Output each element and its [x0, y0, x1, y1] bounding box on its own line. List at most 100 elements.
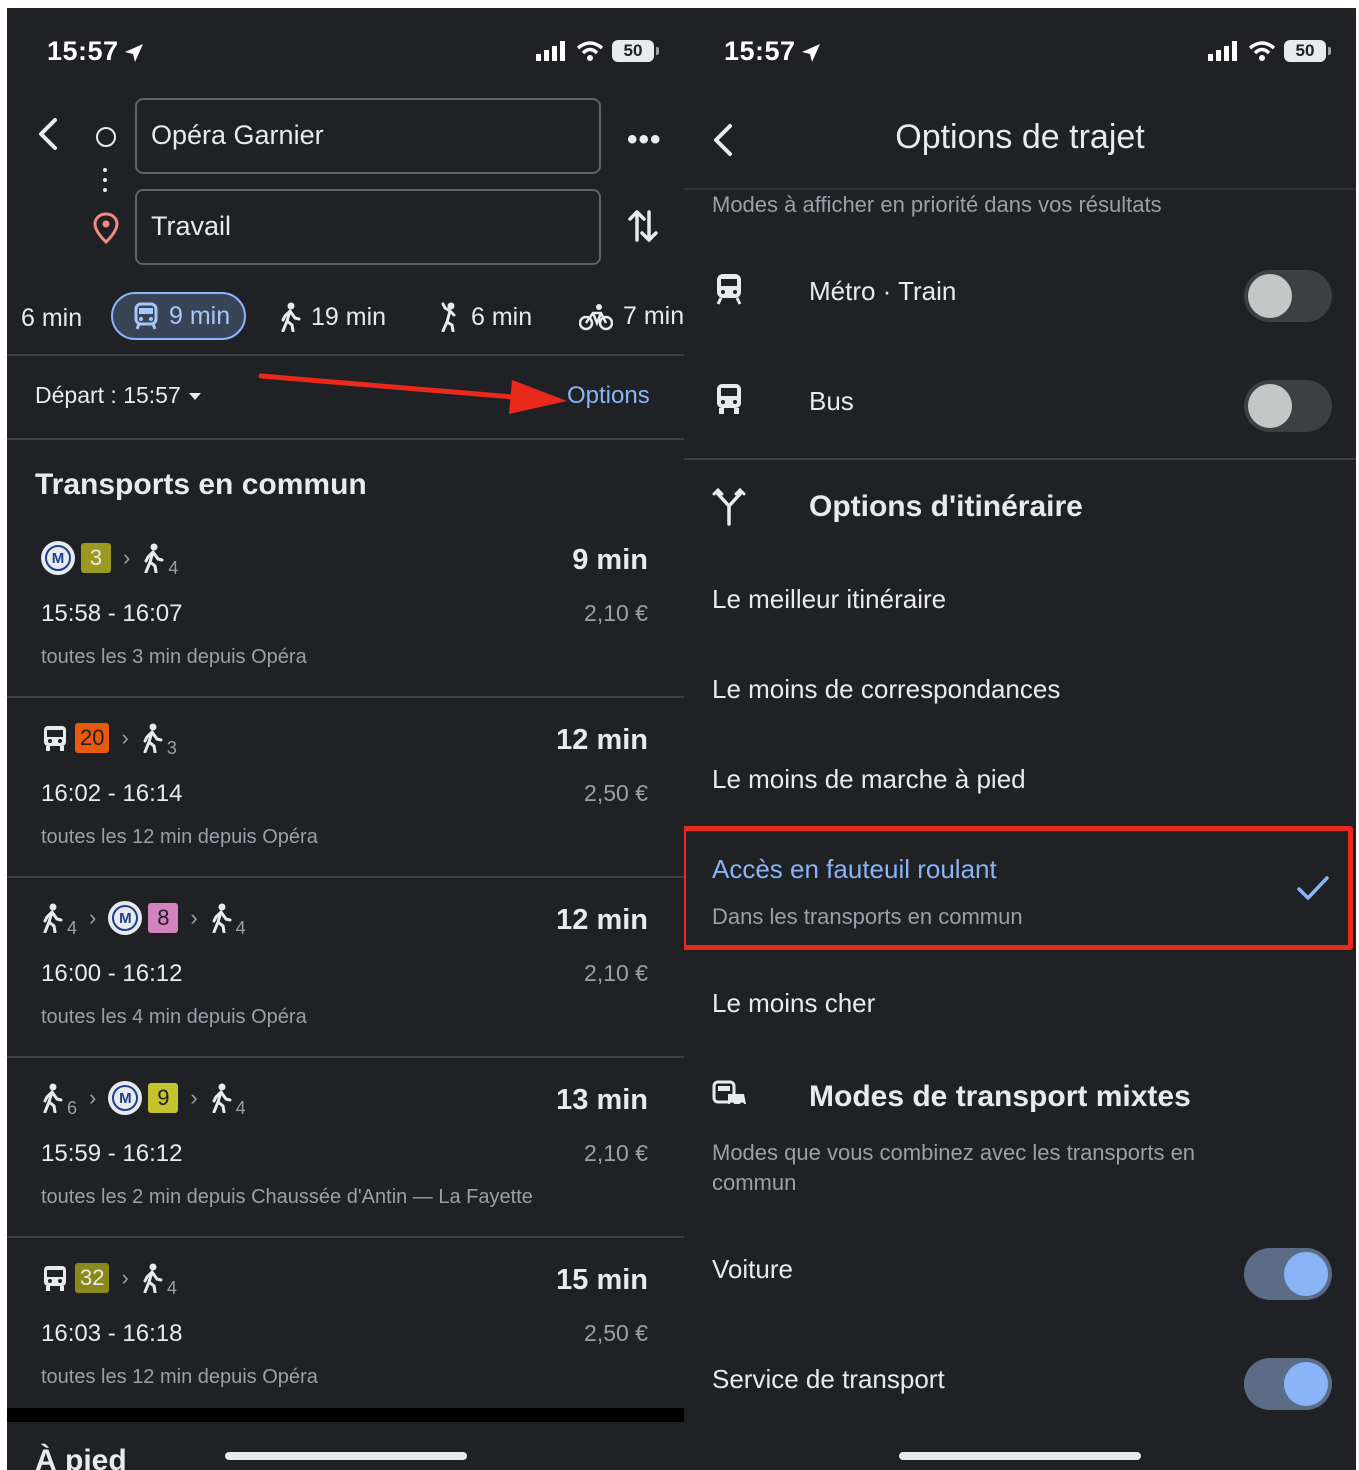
- route-option[interactable]: 32 › 4 15 min 16:03 - 16:18 2,50 € toute…: [7, 1238, 684, 1418]
- transit-icon: [134, 302, 158, 330]
- signal-icon: [1208, 41, 1237, 61]
- back-icon[interactable]: [35, 114, 65, 154]
- car-label: Voiture: [712, 1254, 793, 1284]
- section-separator: [7, 1408, 684, 1422]
- battery-indicator: 50: [612, 40, 659, 62]
- route-times: 16:03 - 16:18: [41, 1320, 183, 1347]
- option-less-walking[interactable]: Le moins de marche à pied: [712, 764, 1026, 795]
- option-best-route[interactable]: Le meilleur itinéraire: [712, 584, 946, 615]
- option-wheelchair[interactable]: Accès en fauteuil roulant: [712, 854, 997, 885]
- walk-icon: [43, 1083, 63, 1113]
- route-option[interactable]: 4 › M 8 › 4 12 min 16:00 - 16:12 2,10 € …: [7, 878, 684, 1058]
- line-badge: 20: [75, 723, 110, 753]
- route-option[interactable]: M 3 › 4 9 min 15:58 - 16:07 2,10 € toute…: [7, 518, 684, 698]
- walk-icon: [281, 302, 301, 332]
- toggle-row-ride-service[interactable]: Service de transport: [684, 1336, 1356, 1426]
- ride-service-toggle[interactable]: [1244, 1358, 1332, 1410]
- train-icon: [716, 274, 742, 305]
- home-indicator[interactable]: [899, 1452, 1141, 1460]
- route-options-header: Options d'itinéraire: [684, 470, 1356, 540]
- home-indicator[interactable]: [224, 1452, 467, 1460]
- chevron-right-icon: ›: [190, 905, 198, 930]
- route-price: 2,50 €: [584, 1320, 648, 1346]
- walk-minutes: 4: [235, 917, 246, 938]
- location-arrow-icon: [124, 43, 143, 62]
- route-times: 16:00 - 16:12: [41, 960, 183, 987]
- walking-section-title: À pied: [35, 1444, 127, 1470]
- chevron-right-icon: ›: [121, 725, 129, 750]
- bike-icon: [579, 303, 613, 330]
- origin-circle-icon: [96, 127, 116, 147]
- metro-logo-icon: M: [108, 1081, 143, 1115]
- route-price: 2,10 €: [584, 960, 648, 986]
- route-price: 2,50 €: [584, 780, 648, 806]
- bus-toggle[interactable]: [1244, 380, 1332, 432]
- walk-minutes: 4: [168, 557, 179, 578]
- metro-train-label: Métro · Train: [809, 276, 957, 306]
- walk-icon: [212, 903, 232, 933]
- line-badge: 9: [148, 1083, 179, 1113]
- option-cheapest[interactable]: Le moins cher: [712, 988, 875, 1019]
- status-bar: 15:57 50: [7, 8, 684, 98]
- chevron-right-icon: ›: [121, 1265, 129, 1290]
- options-link[interactable]: Options: [567, 382, 650, 410]
- destination-field[interactable]: Travail: [135, 189, 601, 265]
- route-price: 2,10 €: [584, 1140, 648, 1166]
- mode-car[interactable]: 6 min: [21, 304, 82, 333]
- page-title: Options de trajet: [895, 118, 1145, 156]
- more-options-icon[interactable]: •••: [627, 123, 662, 157]
- section-title: Transports en commun: [35, 468, 367, 501]
- chevron-right-icon: ›: [190, 1085, 198, 1110]
- route-duration: 13 min: [556, 1084, 648, 1116]
- toggle-row-car[interactable]: Voiture: [684, 1226, 1356, 1316]
- vertical-dots-icon: [103, 168, 109, 198]
- route-frequency: toutes les 12 min depuis Opéra: [41, 1366, 318, 1388]
- line-badge: 32: [75, 1263, 110, 1293]
- wifi-icon: [1248, 41, 1276, 61]
- chevron-right-icon: ›: [123, 545, 131, 570]
- mode-ride[interactable]: 6 min: [437, 302, 532, 332]
- route-frequency: toutes les 3 min depuis Opéra: [41, 646, 307, 668]
- divider: [7, 354, 684, 356]
- signal-icon: [536, 41, 565, 61]
- bus-label: Bus: [809, 386, 854, 416]
- route-option[interactable]: 20 › 3 12 min 16:02 - 16:14 2,50 € toute…: [7, 698, 684, 878]
- origin-field[interactable]: Opéra Garnier: [135, 98, 601, 174]
- status-time: 15:57: [47, 36, 119, 66]
- toggle-row-bus[interactable]: Bus: [684, 358, 1356, 448]
- toggle-row-metro-train[interactable]: Métro · Train: [684, 248, 1356, 338]
- walk-icon: [212, 1083, 232, 1113]
- walk-icon: [43, 903, 63, 933]
- metro-train-toggle[interactable]: [1244, 270, 1332, 322]
- route-price: 2,10 €: [584, 600, 648, 626]
- mode-bike[interactable]: 7 min: [579, 302, 684, 331]
- bus-icon: [717, 384, 741, 414]
- route-times: 15:58 - 16:07: [41, 600, 183, 627]
- line-badge: 3: [81, 543, 111, 573]
- departure-time-selector[interactable]: Départ : 15:57: [35, 382, 201, 409]
- route-option[interactable]: 6 › M 9 › 4 13 min 15:59 - 16:12 2,10 € …: [7, 1058, 684, 1238]
- mixed-modes-description: Modes que vous combinez avec les transpo…: [712, 1140, 1196, 1195]
- route-duration: 9 min: [572, 544, 648, 576]
- destination-pin-icon: [93, 212, 119, 244]
- walk-icon: [144, 543, 164, 573]
- walk-icon: [143, 723, 163, 753]
- walk-minutes: 3: [166, 737, 177, 758]
- walk-minutes: 6: [67, 1097, 78, 1118]
- mode-transit[interactable]: 9 min: [111, 292, 247, 340]
- car-toggle[interactable]: [1244, 1248, 1332, 1300]
- option-fewer-transfers[interactable]: Le moins de correspondances: [712, 674, 1060, 705]
- route-duration: 12 min: [556, 904, 648, 936]
- option-wheelchair-subtitle: Dans les transports en commun: [712, 904, 1023, 929]
- walk-minutes: 4: [166, 1277, 177, 1298]
- walk-icon: [143, 1263, 163, 1293]
- route-frequency: toutes les 2 min depuis Chaussée d'Antin…: [41, 1186, 533, 1208]
- route-frequency: toutes les 12 min depuis Opéra: [41, 826, 318, 848]
- route-frequency: toutes les 4 min depuis Opéra: [41, 1006, 307, 1028]
- metro-logo-icon: M: [108, 901, 143, 935]
- route-duration: 12 min: [556, 724, 648, 756]
- mode-walk[interactable]: 19 min: [279, 302, 386, 332]
- divider: [684, 458, 1356, 460]
- annotation-arrow: [258, 373, 567, 414]
- swap-icon[interactable]: [627, 206, 659, 246]
